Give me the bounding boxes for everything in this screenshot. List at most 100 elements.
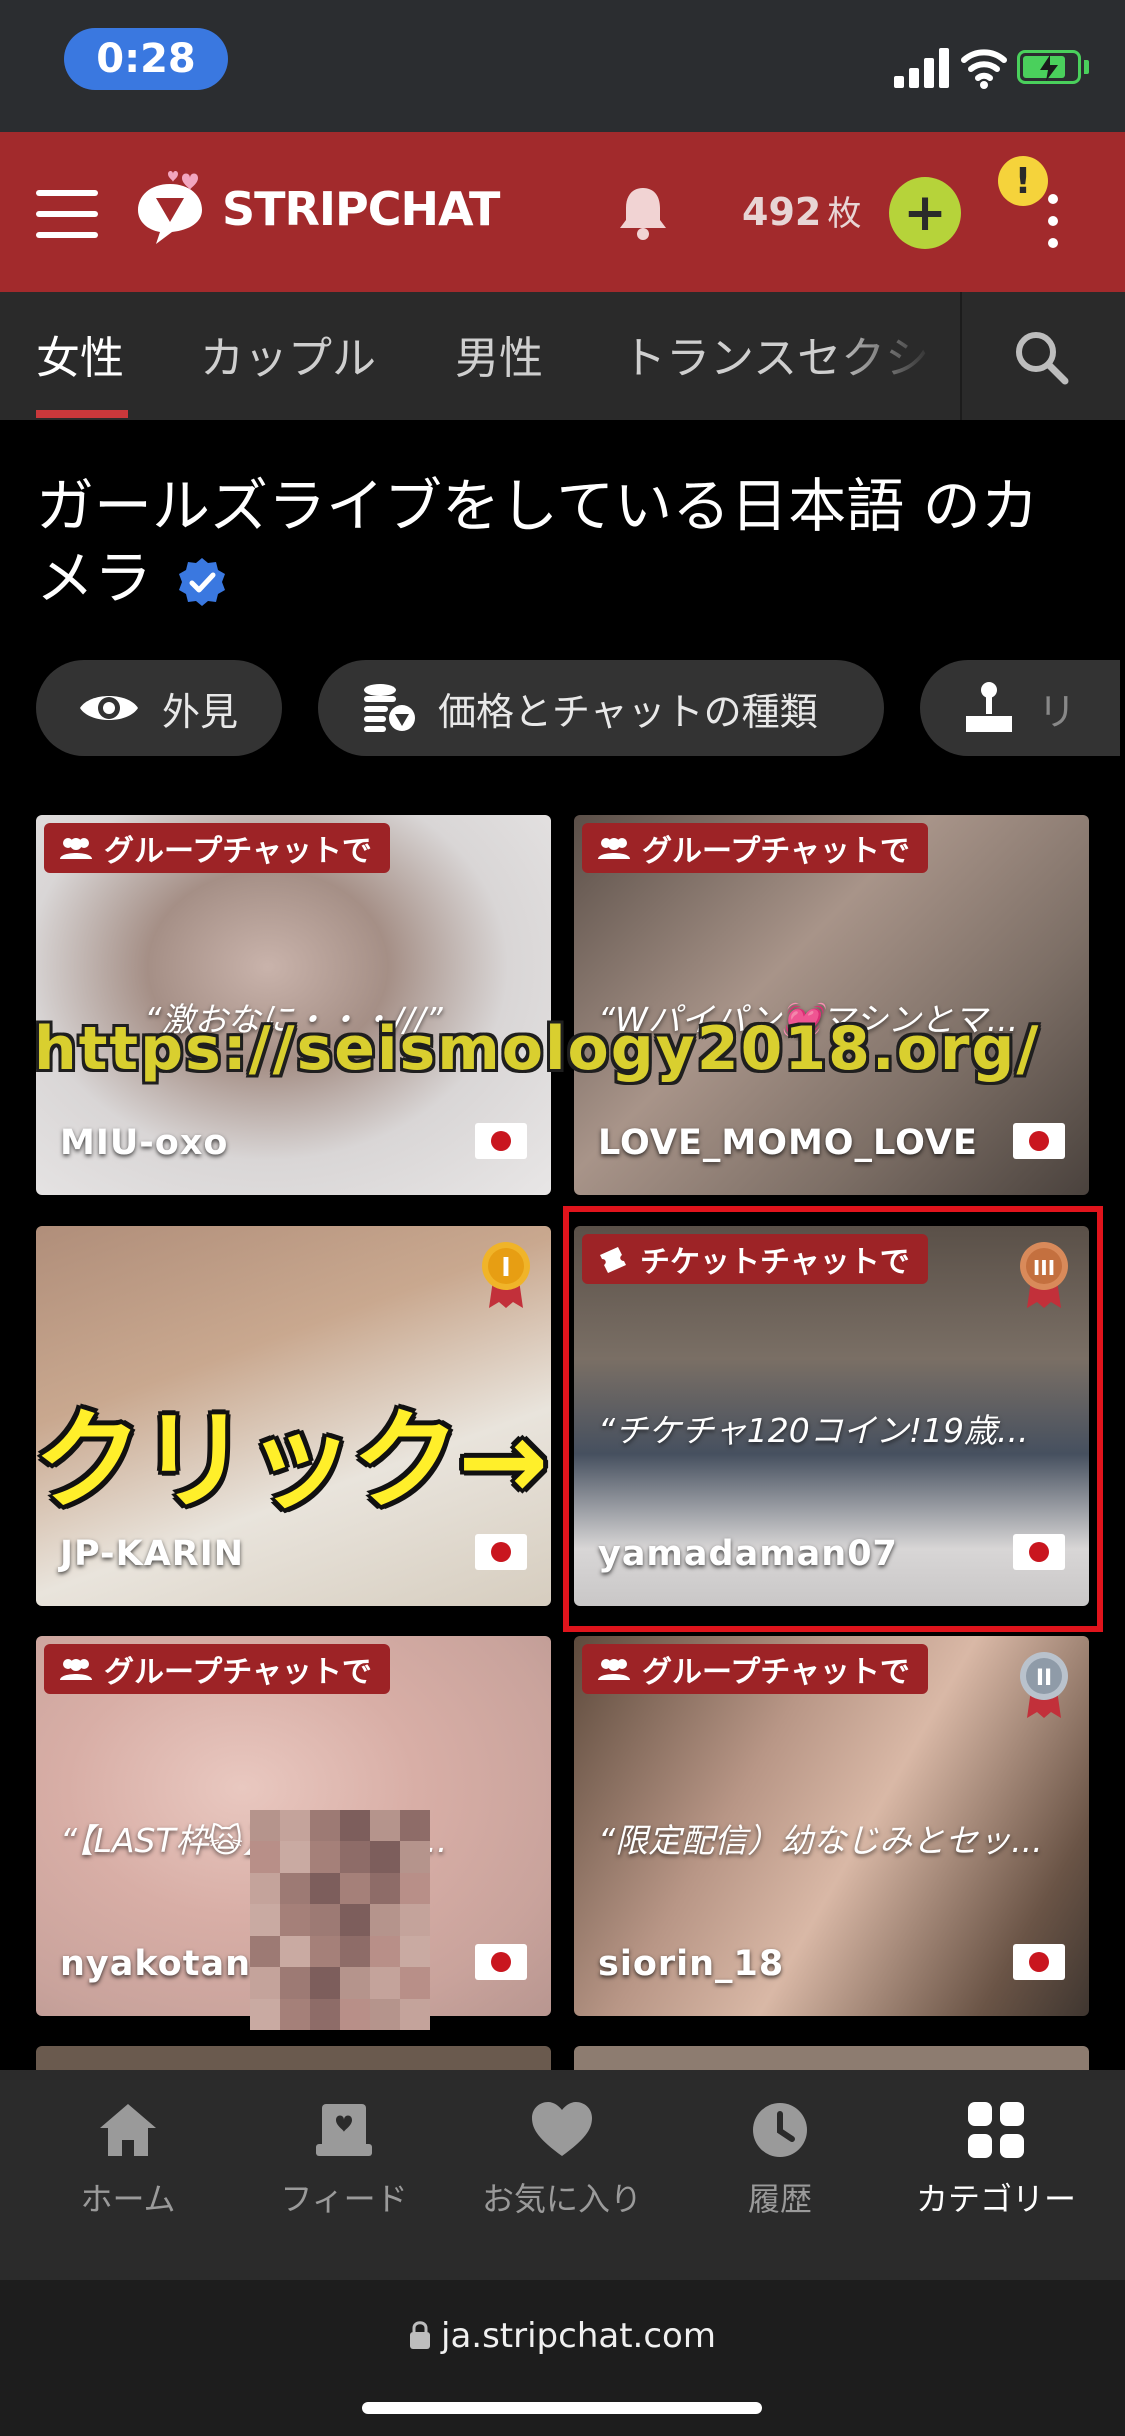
category-tabs: 女性 カップル 男性 トランスセクシャル xyxy=(0,292,1125,420)
model-card[interactable]: グループチャットで II “限定配信）幼なじみとセッ... siorin_18 xyxy=(574,1636,1089,2016)
mosaic-cell xyxy=(400,1872,430,1905)
card-username: JP-KARIN xyxy=(60,1534,245,1574)
filter-price-chat-type[interactable]: 価格とチャットの種類 xyxy=(318,660,884,756)
mosaic-censor xyxy=(250,1810,430,2030)
eye-icon xyxy=(80,696,138,720)
tab-couples[interactable]: カップル xyxy=(200,322,376,386)
mosaic-cell xyxy=(340,1935,370,1968)
wifi-icon xyxy=(961,49,1007,89)
mosaic-cell xyxy=(280,1935,310,1968)
filter-appearance-label: 外見 xyxy=(162,689,239,734)
mosaic-cell xyxy=(370,1810,400,1842)
card-username: MIU-oxo xyxy=(60,1123,229,1163)
grid-icon xyxy=(968,2102,1024,2158)
url-display[interactable]: ja.stripchat.com xyxy=(0,2316,1125,2356)
nav-history[interactable]: 履歴 xyxy=(680,2100,880,2220)
mosaic-cell xyxy=(310,1904,340,1936)
nav-categories[interactable]: カテゴリー xyxy=(896,2100,1096,2220)
joystick-icon xyxy=(966,682,1012,732)
card-username: nyakotan xyxy=(60,1944,251,1984)
tab-women[interactable]: 女性 xyxy=(36,322,124,386)
mosaic-cell xyxy=(280,1841,310,1873)
mosaic-cell xyxy=(250,1998,280,2030)
card-username: LOVE_MOMO_LOVE xyxy=(598,1123,978,1163)
mosaic-cell xyxy=(250,1935,280,1968)
tabs-fade xyxy=(830,292,960,420)
nav-favorites[interactable]: お気に入り xyxy=(462,2100,662,2220)
mosaic-cell xyxy=(370,1967,400,1999)
browser-url-bar[interactable]: ja.stripchat.com xyxy=(0,2280,1125,2436)
bottom-nav: ホーム フィード お気に入り 履歴 カテゴリー xyxy=(0,2070,1125,2280)
mosaic-cell xyxy=(310,1935,340,1968)
rank-medal-icon: I xyxy=(482,1242,530,1308)
status-time: 0:28 xyxy=(64,28,228,90)
click-hint: クリック→ xyxy=(34,1399,548,1524)
search-button[interactable] xyxy=(960,292,1125,420)
japan-flag-icon xyxy=(475,1534,527,1570)
status-badge: グループチャットで xyxy=(44,1644,390,1694)
mosaic-cell xyxy=(280,1904,310,1936)
hamburger-menu-icon[interactable] xyxy=(36,190,98,238)
mosaic-cell xyxy=(400,1998,430,2030)
mosaic-cell xyxy=(280,1810,310,1842)
feed-icon xyxy=(316,2104,372,2156)
mosaic-cell xyxy=(250,1904,280,1936)
tab-men[interactable]: 男性 xyxy=(455,322,543,386)
model-card[interactable]: グループチャットで “Wパイパン💓マシンとマ... LOVE_MOMO_LOVE xyxy=(574,815,1089,1195)
model-card[interactable]: グループチャットで “激おなに・・・///” MIU-oxo xyxy=(36,815,551,1195)
mosaic-cell xyxy=(340,1841,370,1873)
status-badge: グループチャットで xyxy=(582,823,928,873)
model-card[interactable] xyxy=(36,2046,551,2070)
heart-icon xyxy=(532,2102,592,2156)
mosaic-cell xyxy=(370,1935,400,1968)
coins-chat-icon xyxy=(364,684,415,732)
alert-icon[interactable]: ! xyxy=(998,156,1048,206)
mosaic-cell xyxy=(400,1841,430,1873)
mosaic-cell xyxy=(310,1967,340,1999)
mosaic-cell xyxy=(310,1998,340,2030)
filter-price-chat-type-label: 価格とチャットの種類 xyxy=(438,689,818,734)
mosaic-cell xyxy=(400,1904,430,1936)
mosaic-cell xyxy=(310,1872,340,1905)
home-icon xyxy=(100,2104,156,2156)
logo-text[interactable]: STRIPCHAT xyxy=(222,182,500,236)
cellular-signal-icon xyxy=(894,48,949,88)
status-bar: 0:28 xyxy=(0,0,1125,132)
group-icon xyxy=(60,838,92,859)
kebab-menu-icon[interactable] xyxy=(1046,194,1060,252)
filter-interactive-label: リ xyxy=(1038,689,1077,734)
active-tab-indicator xyxy=(36,410,128,418)
card-username: siorin_18 xyxy=(598,1944,785,1984)
mosaic-cell xyxy=(280,1967,310,1999)
mosaic-cell xyxy=(340,1810,370,1842)
model-card[interactable] xyxy=(574,2046,1089,2070)
status-badge: グループチャットで xyxy=(44,823,390,873)
group-icon xyxy=(598,838,630,859)
verified-badge-icon xyxy=(179,557,226,606)
highlight-box xyxy=(563,1206,1103,1632)
svg-text:I: I xyxy=(501,1253,511,1283)
status-badge: グループチャットで xyxy=(582,1644,928,1694)
mosaic-cell xyxy=(400,1935,430,1968)
mosaic-cell xyxy=(340,1904,370,1936)
mosaic-cell xyxy=(370,1998,400,2030)
battery-cap xyxy=(1084,60,1089,74)
buy-tokens-button[interactable]: + xyxy=(889,177,961,249)
stripchat-logo-icon xyxy=(138,171,202,244)
filter-appearance[interactable]: 外見 xyxy=(36,660,282,756)
mosaic-cell xyxy=(400,1967,430,1999)
mosaic-cell xyxy=(340,1998,370,2030)
japan-flag-icon xyxy=(1013,1944,1065,1980)
mosaic-cell xyxy=(310,1810,340,1842)
mosaic-cell xyxy=(250,1967,280,1999)
bell-icon[interactable] xyxy=(616,184,670,242)
mosaic-cell xyxy=(310,1841,340,1873)
nav-feed[interactable]: フィード xyxy=(244,2100,444,2220)
mosaic-cell xyxy=(370,1872,400,1905)
nav-home[interactable]: ホーム xyxy=(28,2100,228,2220)
home-indicator xyxy=(362,2402,762,2414)
filter-interactive[interactable]: リ xyxy=(920,660,1120,756)
mosaic-cell xyxy=(250,1841,280,1873)
svg-text:II: II xyxy=(1036,1666,1052,1691)
token-balance[interactable]: 492 枚 xyxy=(742,186,861,235)
